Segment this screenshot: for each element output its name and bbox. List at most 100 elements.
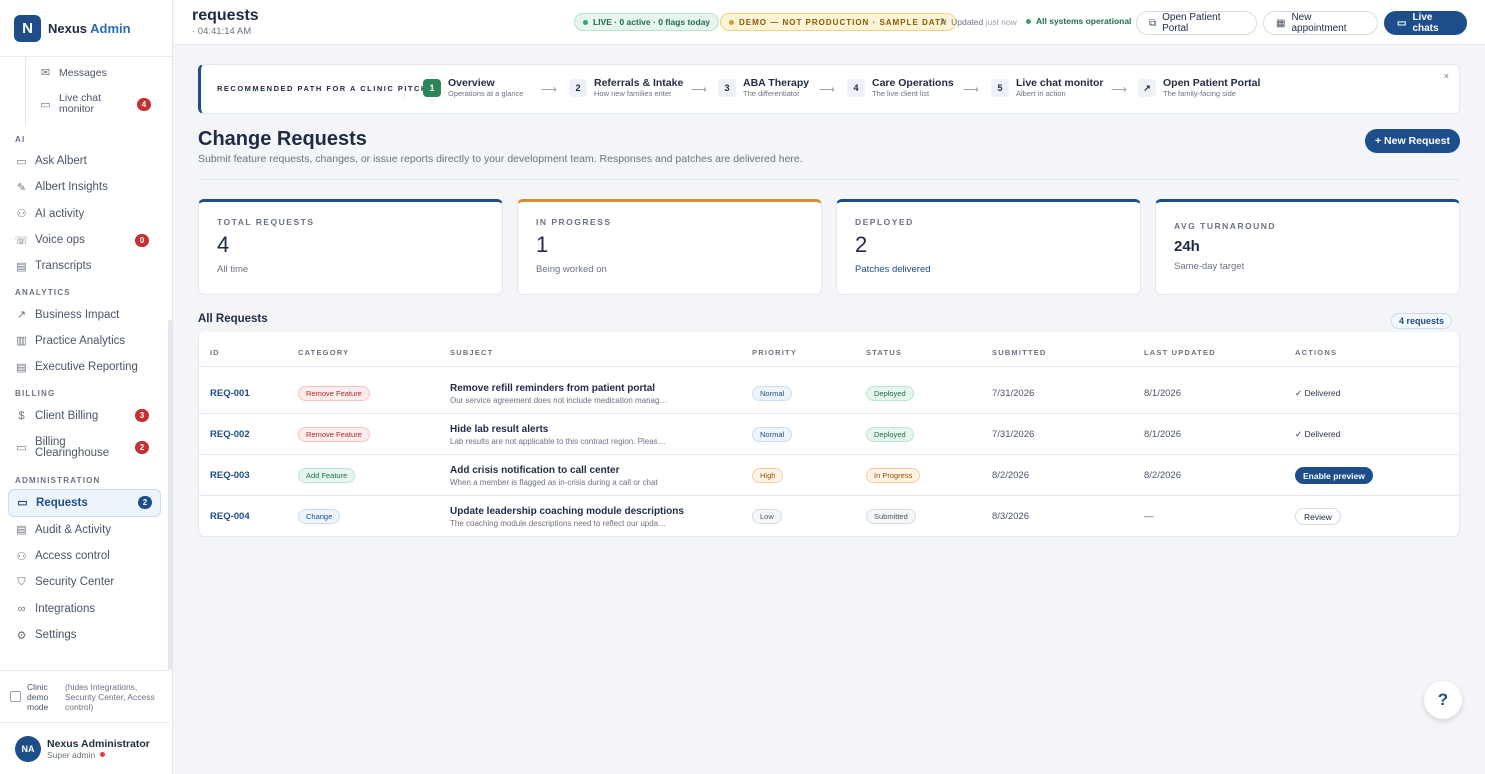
chat-icon: ▭ (1397, 17, 1407, 29)
column-header[interactable]: LAST UPDATED (1144, 348, 1216, 357)
pitch-step-overview[interactable]: 1 Overview Operations at a glance (423, 77, 523, 99)
request-id[interactable]: REQ-003 (210, 455, 250, 496)
column-header[interactable]: CATEGORY (298, 348, 349, 357)
divider (198, 179, 1460, 180)
sidebar-item-label: Executive Reporting (35, 361, 138, 374)
pen-icon: ✎ (16, 181, 27, 194)
status-badge: Submitted (866, 509, 916, 524)
subject-description: Our service agreement does not include m… (450, 395, 668, 405)
stat-card-total-requests: TOTAL REQUESTS 4 All time (198, 199, 503, 295)
table-row[interactable]: REQ-003 Add Feature Add crisis notificat… (199, 455, 1459, 496)
demo-mode-label: Clinic demo mode (27, 681, 49, 712)
sidebar-item-ai-activity[interactable]: ⚇ AI activity (0, 201, 169, 227)
priority-cell: Normal (752, 373, 793, 414)
dollar-icon: $ (18, 409, 25, 422)
submitted-date: 7/31/2026 (992, 429, 1035, 440)
phone-icon: ☏ (14, 234, 29, 247)
sidebar-item-albert-insights[interactable]: ✎ Albert Insights (0, 174, 169, 200)
sidebar-item-access-control[interactable]: ⚇ Access control (0, 543, 169, 569)
sidebar-item-client-billing[interactable]: $ Client Billing 3 (0, 402, 169, 428)
sidebar-item-label: Albert Insights (35, 181, 108, 194)
pitch-step-referrals[interactable]: 2 Referrals & Intake How new families ent… (569, 77, 683, 99)
pitch-step-care-operations[interactable]: 4 Care Operations The live client list (847, 77, 954, 99)
action-cell: ✓ Delivered (1295, 414, 1340, 455)
step-title: Overview (448, 77, 495, 89)
column-header[interactable]: STATUS (866, 348, 902, 357)
chat-icon: ▭ (40, 98, 51, 111)
column-header[interactable]: SUBMITTED (992, 348, 1047, 357)
column-header[interactable]: ID (210, 348, 220, 357)
sidebar-item-label: Integrations (35, 602, 96, 615)
sidebar-item-practice-analytics[interactable]: ▥ Practice Analytics (0, 328, 169, 354)
sidebar-item-messages[interactable]: ✉ Messages (26, 59, 169, 86)
new-appointment-button[interactable]: ▦ New appointment (1263, 11, 1378, 35)
card-icon: ▭ (16, 442, 27, 455)
review-button[interactable]: Review (1295, 508, 1341, 525)
request-id[interactable]: REQ-004 (210, 496, 250, 537)
open-patient-portal-button[interactable]: ⧉ Open Patient Portal (1136, 11, 1257, 35)
close-icon[interactable]: × (1444, 71, 1449, 81)
demo-mode-toggle[interactable]: Clinic demo mode (hides Integrations, Se… (0, 670, 169, 722)
status-badge: Deployed (866, 427, 914, 442)
status-cell: In Progress (866, 455, 921, 496)
status-cell: Deployed (866, 414, 914, 455)
live-chats-button[interactable]: ▭ Live chats (1384, 11, 1467, 35)
sub-nav: ✉ Messages ▭ Live chat monitor 4 (25, 57, 169, 126)
sidebar-item-label: Ask Albert (35, 155, 87, 168)
subject-title: Add crisis notification to call center (450, 464, 620, 476)
column-header[interactable]: SUBJECT (450, 348, 493, 357)
stat-note: All time (217, 264, 249, 275)
sidebar-item-live-chat-monitor[interactable]: ▭ Live chat monitor 4 (26, 86, 169, 122)
category-cell: Change (298, 496, 341, 537)
live-status-pill: LIVE · 0 active · 0 flags today (574, 13, 720, 31)
request-id[interactable]: REQ-001 (210, 373, 250, 414)
column-header[interactable]: ACTIONS (1295, 348, 1337, 357)
section-label-ai: AI (15, 135, 26, 144)
sidebar-item-voice-ops[interactable]: ☏ Voice ops 0 (0, 227, 169, 253)
sidebar-item-billing-clearinghouse[interactable]: ▭ Billing Clearinghouse 2 (0, 429, 169, 467)
arrow-right-icon: ⟶ (963, 84, 979, 96)
enable-preview-button[interactable]: Enable preview (1295, 467, 1373, 484)
pitch-step-aba-therapy[interactable]: 3 ABA Therapy The differentiator (718, 77, 809, 99)
requests-table: ID CATEGORY SUBJECT PRIORITY STATUS SUBM… (198, 332, 1460, 537)
table-row[interactable]: REQ-002 Remove Feature Hide lab result a… (199, 414, 1459, 455)
delivered-label: ✓ Delivered (1295, 388, 1341, 398)
stat-note[interactable]: Patches delivered (855, 264, 1122, 275)
updated-date: 8/1/2026 (1144, 388, 1181, 399)
link-icon: ∞ (17, 602, 26, 615)
sidebar-item-integrations[interactable]: ∞ Integrations (0, 596, 169, 622)
new-request-button[interactable]: + New Request (1365, 129, 1460, 153)
submitted-date: 7/31/2026 (992, 388, 1035, 399)
step-title: ABA Therapy (743, 77, 810, 89)
pitch-step-patient-portal[interactable]: ↗ Open Patient Portal The family-facing s… (1138, 77, 1260, 99)
request-id[interactable]: REQ-002 (210, 414, 250, 455)
help-button[interactable]: ? (1424, 681, 1462, 719)
topbar: requests · 04:41:14 AM LIVE · 0 active ·… (174, 0, 1485, 45)
table-row[interactable]: REQ-001 Remove Feature Remove refill rem… (199, 373, 1459, 414)
sidebar-item-requests[interactable]: ▭ Requests 2 (8, 488, 161, 517)
sidebar-item-executive-reporting[interactable]: ▤ Executive Reporting (0, 354, 169, 380)
sidebar-item-security-center[interactable]: ⛉ Security Center (0, 569, 169, 595)
sidebar-scrollbar[interactable] (168, 320, 172, 670)
sidebar-item-ask-albert[interactable]: ▭ Ask Albert (0, 148, 169, 174)
count-badge: 0 (135, 233, 149, 247)
user-profile[interactable]: NA Nexus Administrator Super admin (0, 722, 169, 774)
brand-name: Nexus Admin (48, 20, 131, 36)
subject-title: Hide lab result alerts (450, 423, 549, 435)
sidebar-item-audit-activity[interactable]: ▤ Audit & Activity (0, 517, 169, 543)
user-name: Nexus Administrator (47, 737, 150, 750)
category-cell: Remove Feature (298, 373, 370, 414)
sidebar-item-label: Billing Clearinghouse (35, 435, 110, 459)
brand[interactable]: N Nexus Admin (0, 0, 172, 57)
table-row[interactable]: REQ-004 Change Update leadership coachin… (199, 496, 1459, 537)
action-cell: Review (1295, 496, 1341, 537)
demo-mode-checkbox[interactable] (10, 691, 21, 702)
arrow-right-icon: ⟶ (1111, 84, 1127, 96)
table-title-row: All Requests 4 requests (198, 311, 1460, 331)
column-header[interactable]: PRIORITY (752, 348, 797, 357)
pitch-step-live-chat[interactable]: 5 Live chat monitor Albert in action (991, 77, 1104, 99)
status-cell: Submitted (866, 496, 916, 537)
sidebar-item-business-impact[interactable]: ↗ Business Impact (0, 301, 169, 327)
sidebar-item-settings[interactable]: ⚙ Settings (0, 622, 169, 648)
sidebar-item-transcripts[interactable]: ▤ Transcripts (0, 253, 169, 279)
